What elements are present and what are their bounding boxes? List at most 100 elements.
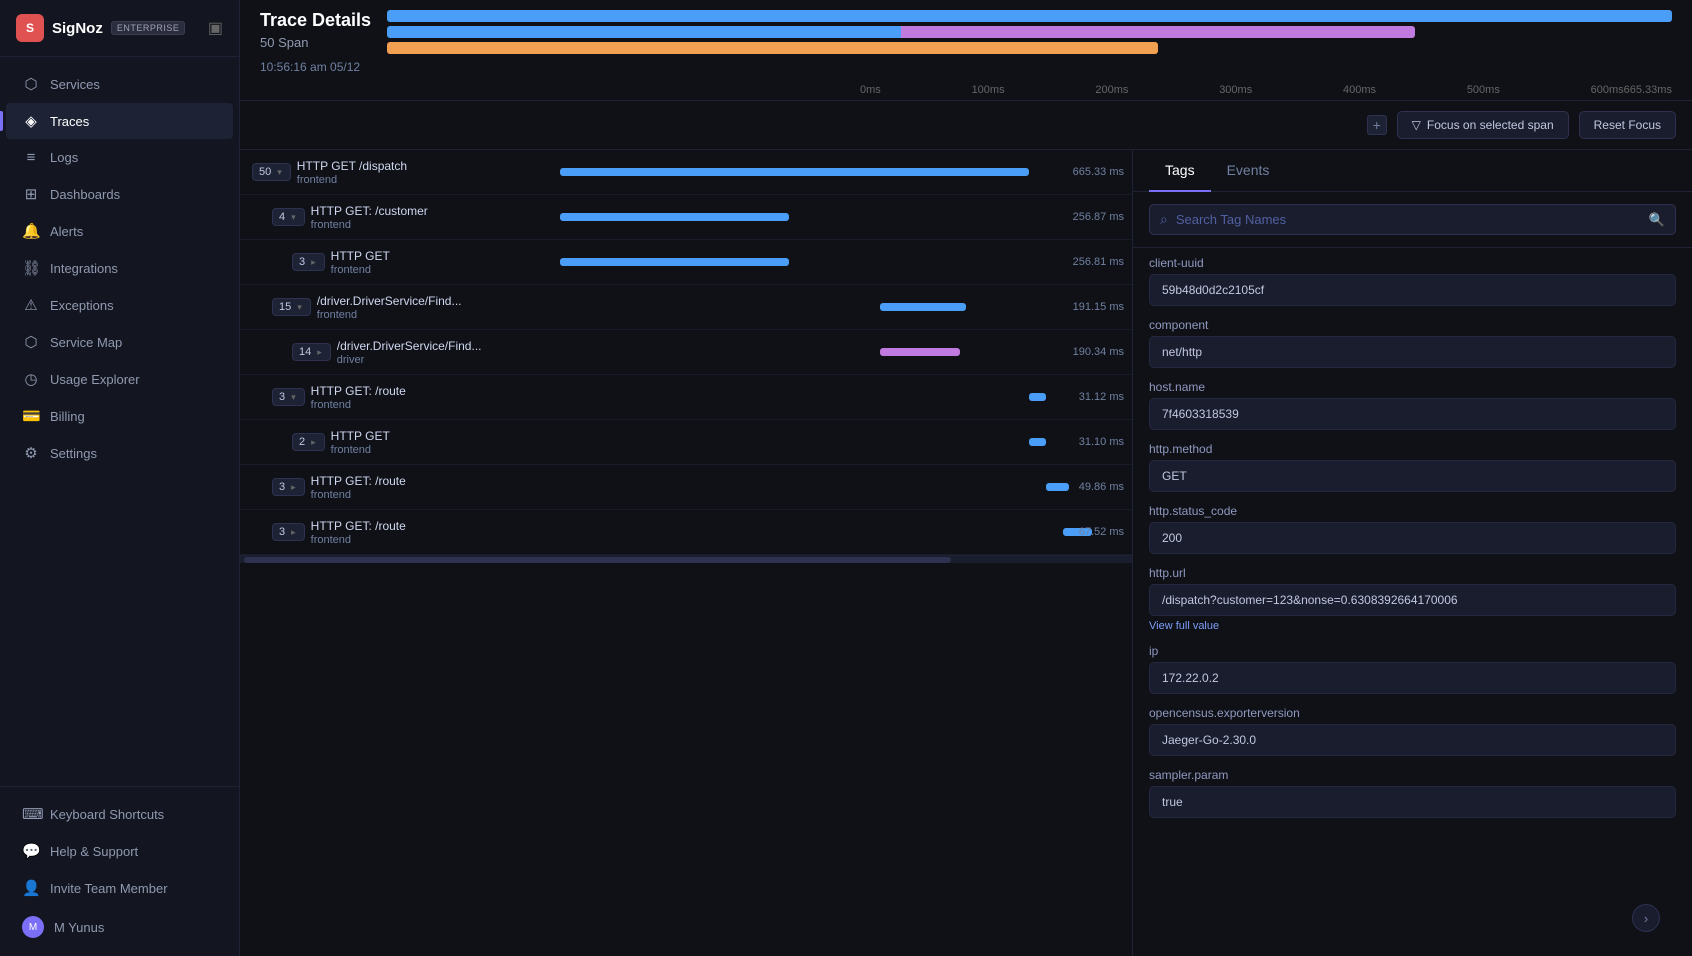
span-name-6: HTTP GET (331, 429, 390, 443)
tag-value-3: GET (1149, 460, 1676, 492)
tab-tags[interactable]: Tags (1149, 150, 1211, 192)
table-row[interactable]: 15 ▾ /driver.DriverService/Find... front… (240, 285, 1132, 330)
tag-item-6: ip 172.22.0.2 (1149, 644, 1676, 694)
traces-icon: ◈ (22, 112, 40, 130)
ruler-label: 100ms (972, 84, 1005, 96)
billing-icon: 💳 (22, 407, 40, 425)
sidebar-label-services: Services (50, 77, 100, 92)
span-left-6: 2 ▸ HTTP GET frontend (240, 423, 560, 462)
tab-events[interactable]: Events (1211, 150, 1286, 192)
span-count-badge-3: 15 ▾ (272, 298, 311, 316)
table-row[interactable]: 2 ▸ HTTP GET frontend 31.10 ms (240, 420, 1132, 465)
table-row[interactable]: 14 ▸ /driver.DriverService/Find... drive… (240, 330, 1132, 375)
tag-item-5: http.url /dispatch?customer=123&nonse=0.… (1149, 566, 1676, 632)
span-bar-1 (560, 213, 789, 221)
span-count-badge-7: 3 ▸ (272, 478, 305, 496)
table-row[interactable]: 3 ▸ HTTP GET frontend 256.81 ms (240, 240, 1132, 285)
span-bar-container-1 (560, 207, 1132, 227)
sidebar-item-usage-explorer[interactable]: ◷ Usage Explorer (6, 361, 233, 397)
sidebar-item-logs[interactable]: ≡ Logs (6, 140, 233, 175)
span-count-badge-1: 4 ▾ (272, 208, 305, 226)
integrations-icon: ⛓ (22, 259, 40, 277)
tags-list: client-uuid 59b48d0d2c2105cf component n… (1133, 248, 1692, 912)
span-duration-4: 190.34 ms (1073, 346, 1124, 358)
enterprise-badge: ENTERPRISE (111, 21, 186, 35)
span-name-8: HTTP GET: /route (311, 519, 406, 533)
span-expand-button-5[interactable]: ▾ (289, 392, 298, 403)
span-timeline-8: 67.52 ms (560, 510, 1132, 554)
focus-selected-span-button[interactable]: ▽ Focus on selected span (1397, 111, 1569, 139)
sidebar-item-integrations[interactable]: ⛓ Integrations (6, 250, 233, 286)
tag-item-2: host.name 7f4603318539 (1149, 380, 1676, 430)
sidebar-bottom-keyboard-shortcuts[interactable]: ⌨ Keyboard Shortcuts (6, 796, 233, 832)
span-bar-6 (1029, 438, 1046, 446)
table-row[interactable]: 3 ▸ HTTP GET: /route frontend 49.86 ms (240, 465, 1132, 510)
span-duration-8: 67.52 ms (1079, 526, 1124, 538)
span-timeline-3: 191.15 ms (560, 285, 1132, 329)
span-bar-7 (1046, 483, 1069, 491)
sidebar-item-billing[interactable]: 💳 Billing (6, 398, 233, 434)
sidebar-item-traces[interactable]: ◈ Traces (6, 103, 233, 139)
sidebar-label-logs: Logs (50, 150, 78, 165)
span-count-badge-5: 3 ▾ (272, 388, 305, 406)
span-expand-button-2[interactable]: ▸ (309, 257, 318, 268)
exceptions-icon: ⚠ (22, 296, 40, 314)
main-content: Trace Details 50 Span 10:56:16 am 05/12 … (240, 0, 1692, 956)
tag-item-7: opencensus.exporterversion Jaeger-Go-2.3… (1149, 706, 1676, 756)
table-row[interactable]: 3 ▾ HTTP GET: /route frontend 31.12 ms (240, 375, 1132, 420)
trace-content: 50 ▾ HTTP GET /dispatch frontend 665.33 … (240, 150, 1692, 956)
view-full-value-5[interactable]: View full value (1149, 620, 1676, 632)
table-row[interactable]: 50 ▾ HTTP GET /dispatch frontend 665.33 … (240, 150, 1132, 195)
app-name: SigNoz (52, 20, 103, 37)
span-bar-container-7 (560, 477, 1132, 497)
span-info-6: HTTP GET frontend (331, 429, 390, 456)
search-input[interactable] (1176, 212, 1641, 227)
span-expand-button-3[interactable]: ▾ (295, 302, 304, 313)
span-count-badge-8: 3 ▸ (272, 523, 305, 541)
span-expand-button-0[interactable]: ▾ (275, 167, 284, 178)
reset-focus-button[interactable]: Reset Focus (1579, 111, 1676, 139)
table-row[interactable]: 4 ▾ HTTP GET: /customer frontend 256.87 … (240, 195, 1132, 240)
sidebar-bottom-help-support[interactable]: 💬 Help & Support (6, 833, 233, 869)
add-span-button[interactable]: + (1367, 115, 1387, 135)
search-box: ⌕ 🔍 (1149, 204, 1676, 235)
table-row[interactable]: 3 ▸ HTTP GET: /route frontend 67.52 ms (240, 510, 1132, 555)
sidebar-item-services[interactable]: ⬡ Services (6, 66, 233, 102)
services-icon: ⬡ (22, 75, 40, 93)
ruler-label: 300ms (1219, 84, 1252, 96)
tag-value-6: 172.22.0.2 (1149, 662, 1676, 694)
filter-icon: ▽ (1412, 118, 1421, 132)
span-expand-button-1[interactable]: ▾ (289, 212, 298, 223)
span-expand-button-7[interactable]: ▸ (289, 482, 298, 493)
span-bar-5 (1029, 393, 1046, 401)
sidebar-bottom-invite-team[interactable]: 👤 Invite Team Member (6, 870, 233, 906)
span-left-7: 3 ▸ HTTP GET: /route frontend (240, 468, 560, 507)
tag-key-2: host.name (1149, 380, 1676, 394)
sidebar-item-exceptions[interactable]: ⚠ Exceptions (6, 287, 233, 323)
horizontal-scrollbar[interactable] (240, 555, 1132, 563)
trace-mini-bars (387, 10, 1672, 54)
span-expand-button-8[interactable]: ▸ (289, 527, 298, 538)
service-map-icon: ⬡ (22, 333, 40, 351)
span-bar-container-2 (560, 252, 1132, 272)
trace-bar-1 (387, 10, 1672, 22)
sidebar-bottom-user[interactable]: M M Yunus (6, 907, 233, 947)
search-submit-icon[interactable]: 🔍 (1649, 212, 1665, 228)
span-expand-button-4[interactable]: ▸ (315, 347, 324, 358)
span-left-4: 14 ▸ /driver.DriverService/Find... drive… (240, 333, 560, 372)
span-count-badge-4: 14 ▸ (292, 343, 331, 361)
span-bar-container-3 (560, 297, 1132, 317)
span-expand-button-6[interactable]: ▸ (309, 437, 318, 448)
trace-header: Trace Details 50 Span (240, 0, 1692, 54)
sidebar-collapse-button[interactable]: ▣ (208, 18, 223, 38)
sidebar-item-settings[interactable]: ⚙ Settings (6, 435, 233, 471)
sidebar-item-dashboards[interactable]: ⊞ Dashboards (6, 176, 233, 212)
next-button[interactable]: › (1632, 904, 1660, 932)
span-bar-3 (880, 303, 966, 311)
sidebar-item-service-map[interactable]: ⬡ Service Map (6, 324, 233, 360)
sidebar-item-alerts[interactable]: 🔔 Alerts (6, 213, 233, 249)
tag-key-1: component (1149, 318, 1676, 332)
span-duration-3: 191.15 ms (1073, 301, 1124, 313)
span-duration-5: 31.12 ms (1079, 391, 1124, 403)
tags-panel: Tags Events ⌕ 🔍 client-uuid 59b48d0d2c21… (1132, 150, 1692, 956)
